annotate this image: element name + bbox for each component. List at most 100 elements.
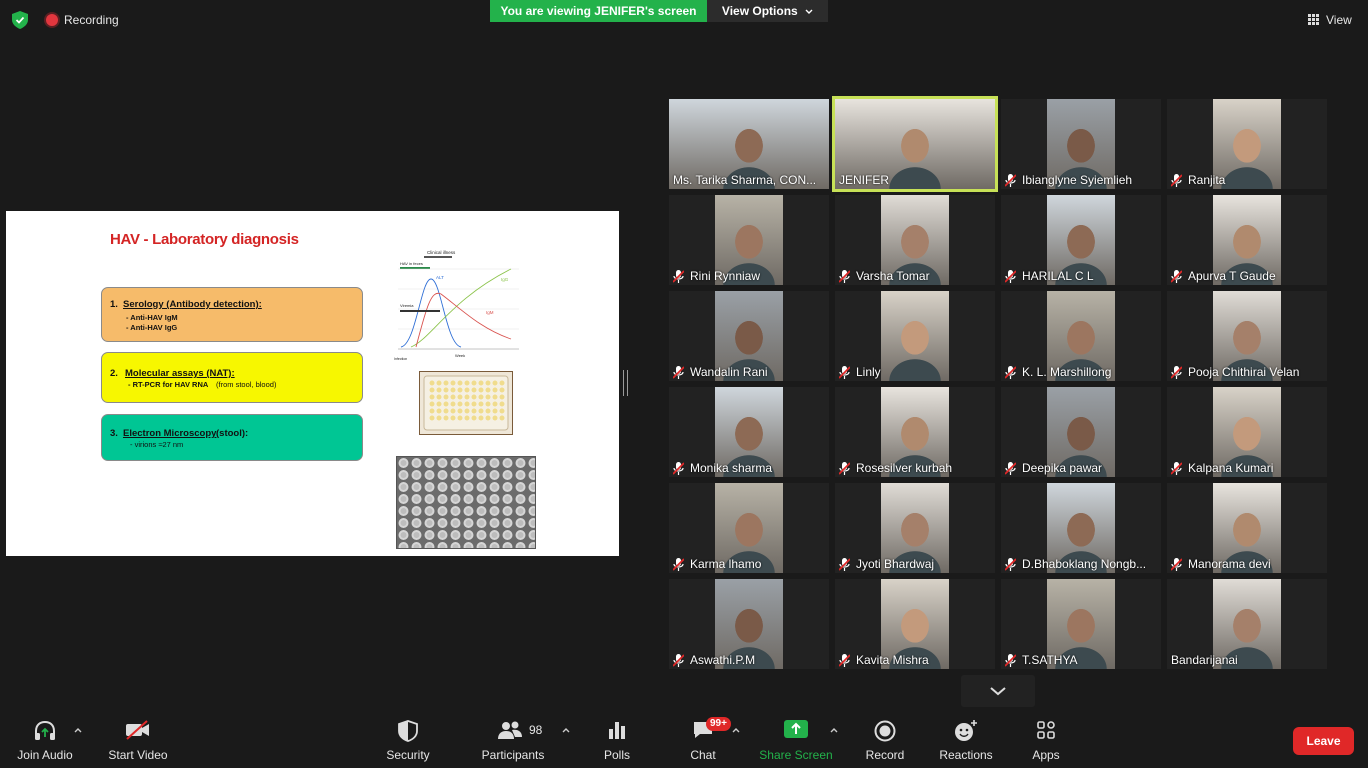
participants-button[interactable]: 98 Participants [478, 712, 548, 768]
participant-name: Deepika pawar [1022, 461, 1103, 475]
record-button[interactable]: Record [862, 712, 908, 768]
shield-check-icon[interactable] [12, 11, 28, 29]
participant-name: Kalpana Kumari [1188, 461, 1274, 475]
participant-tile[interactable]: Manorama devi [1167, 483, 1327, 573]
participant-name-label: Manorama devi [1171, 557, 1271, 571]
participant-name-label: Ranjita [1171, 173, 1225, 187]
microphone-muted-icon [1171, 557, 1182, 571]
participant-tile[interactable]: K. L. Marshillong [1001, 291, 1161, 381]
recording-icon[interactable] [46, 14, 58, 26]
box-heading: Electron Microscopy [123, 428, 217, 439]
participant-tile[interactable]: Karma lhamo [669, 483, 829, 573]
participant-tile[interactable]: D.Bhaboklang Nongb... [1001, 483, 1161, 573]
view-label: View [1326, 13, 1352, 27]
start-video-button[interactable]: Start Video [102, 712, 174, 768]
participant-name-label: Jyoti Bhardwaj [839, 557, 934, 571]
chevron-up-icon[interactable] [830, 726, 838, 734]
participant-tile[interactable]: Ibianglyne Syiemlieh [1001, 99, 1161, 189]
polls-button[interactable]: Polls [597, 712, 637, 768]
chevron-up-icon[interactable] [732, 726, 740, 734]
participant-name-label: Pooja Chithirai Velan [1171, 365, 1299, 379]
chevron-up-icon[interactable] [74, 726, 82, 734]
participant-name-label: D.Bhaboklang Nongb... [1005, 557, 1146, 571]
microphone-muted-icon [1005, 461, 1016, 475]
microphone-muted-icon [839, 365, 850, 379]
chevron-up-icon[interactable] [562, 726, 570, 734]
participant-name-label: HARILAL C L [1005, 269, 1094, 283]
view-options-button[interactable]: View Options [707, 0, 828, 22]
participant-tile[interactable]: JENIFER [832, 96, 998, 192]
box-number: 1. [110, 299, 118, 310]
gallery-next-page-button[interactable] [961, 675, 1035, 707]
join-audio-button[interactable]: Join Audio [10, 712, 80, 768]
view-layout-button[interactable]: View [1302, 10, 1358, 30]
participant-name: Bandarijanai [1171, 653, 1238, 667]
participant-name-label: Kalpana Kumari [1171, 461, 1273, 475]
graph-label-viremia: Viremia [400, 303, 414, 308]
microphone-muted-icon [1171, 365, 1182, 379]
slide-box-serology: 1. Serology (Antibody detection): - Anti… [101, 287, 363, 342]
participant-name: Linly [856, 365, 881, 379]
microphone-muted-icon [1171, 461, 1182, 475]
security-label: Security [386, 748, 430, 762]
participant-tile[interactable]: Ms. Tarika Sharma, CON... [669, 99, 829, 189]
split-view-handle[interactable] [623, 370, 628, 396]
participant-name: HARILAL C L [1022, 269, 1094, 283]
participant-tile[interactable]: Rini Rynniaw [669, 195, 829, 285]
recording-label[interactable]: Recording [64, 13, 119, 27]
participant-name: Ibianglyne Syiemlieh [1022, 173, 1133, 187]
participant-name-label: T.SATHYA [1005, 653, 1078, 667]
participant-tile[interactable]: Kavita Mishra [835, 579, 995, 669]
microphone-muted-icon [1171, 269, 1182, 283]
participant-name: Rini Rynniaw [690, 269, 761, 283]
participant-tile[interactable]: Deepika pawar [1001, 387, 1161, 477]
participant-name: Jyoti Bhardwaj [856, 557, 935, 571]
participant-tile[interactable]: Ranjita [1167, 99, 1327, 189]
apps-button[interactable]: Apps [1026, 712, 1066, 768]
reactions-button[interactable]: Reactions [936, 712, 996, 768]
microphone-muted-icon [1005, 269, 1016, 283]
participant-name: K. L. Marshillong [1022, 365, 1112, 379]
participant-tile[interactable]: Bandarijanai [1167, 579, 1327, 669]
participant-tile[interactable]: Rosesilver kurbah [835, 387, 995, 477]
video-camera-off-icon [126, 720, 149, 740]
participant-tile[interactable]: Pooja Chithirai Velan [1167, 291, 1327, 381]
participant-tile[interactable]: HARILAL C L [1001, 195, 1161, 285]
microphone-muted-icon [839, 269, 850, 283]
share-screen-label: Share Screen [759, 748, 833, 762]
participant-tile[interactable]: Apurva T Gaude [1167, 195, 1327, 285]
participant-name-label: Ms. Tarika Sharma, CON... [673, 173, 816, 187]
chat-button[interactable]: 99+ Chat [682, 712, 731, 768]
participant-gallery: Ms. Tarika Sharma, CON... JENIFER Ibiangly… [669, 96, 1329, 669]
headphones-icon [35, 720, 55, 740]
participant-name-label: Rosesilver kurbah [839, 461, 952, 475]
join-audio-label: Join Audio [17, 748, 73, 762]
participant-name-label: Bandarijanai [1171, 653, 1238, 667]
security-button[interactable]: Security [378, 712, 438, 768]
participant-tile[interactable]: Kalpana Kumari [1167, 387, 1327, 477]
microphone-muted-icon [673, 557, 684, 571]
microphone-muted-icon [839, 653, 850, 667]
participant-tile[interactable]: Wandalin Rani [669, 291, 829, 381]
participant-name-label: Monika sharma [673, 461, 772, 475]
elisa-plate-image [419, 371, 513, 435]
participant-tile[interactable]: Jyoti Bhardwaj [835, 483, 995, 573]
participant-name: Monika sharma [690, 461, 773, 475]
participant-name-label: Apurva T Gaude [1171, 269, 1276, 283]
participant-tile[interactable]: Monika sharma [669, 387, 829, 477]
box-number: 2. [110, 368, 118, 379]
share-screen-button[interactable]: Share Screen [758, 712, 834, 768]
polls-label: Polls [603, 748, 630, 762]
microphone-muted-icon [839, 557, 850, 571]
participant-tile[interactable]: Varsha Tomar [835, 195, 995, 285]
participant-name-label: JENIFER [839, 173, 889, 187]
chevron-down-icon [805, 9, 813, 14]
participant-tile[interactable]: Aswathi.P.M [669, 579, 829, 669]
participant-tile[interactable]: Linly [835, 291, 995, 381]
box-heading: Molecular assays (NAT): [125, 368, 235, 379]
grid-icon [1308, 14, 1319, 25]
microphone-muted-icon [673, 653, 684, 667]
participant-name-label: K. L. Marshillong [1005, 365, 1111, 379]
leave-meeting-button[interactable]: Leave [1293, 727, 1354, 755]
participant-tile[interactable]: T.SATHYA [1001, 579, 1161, 669]
